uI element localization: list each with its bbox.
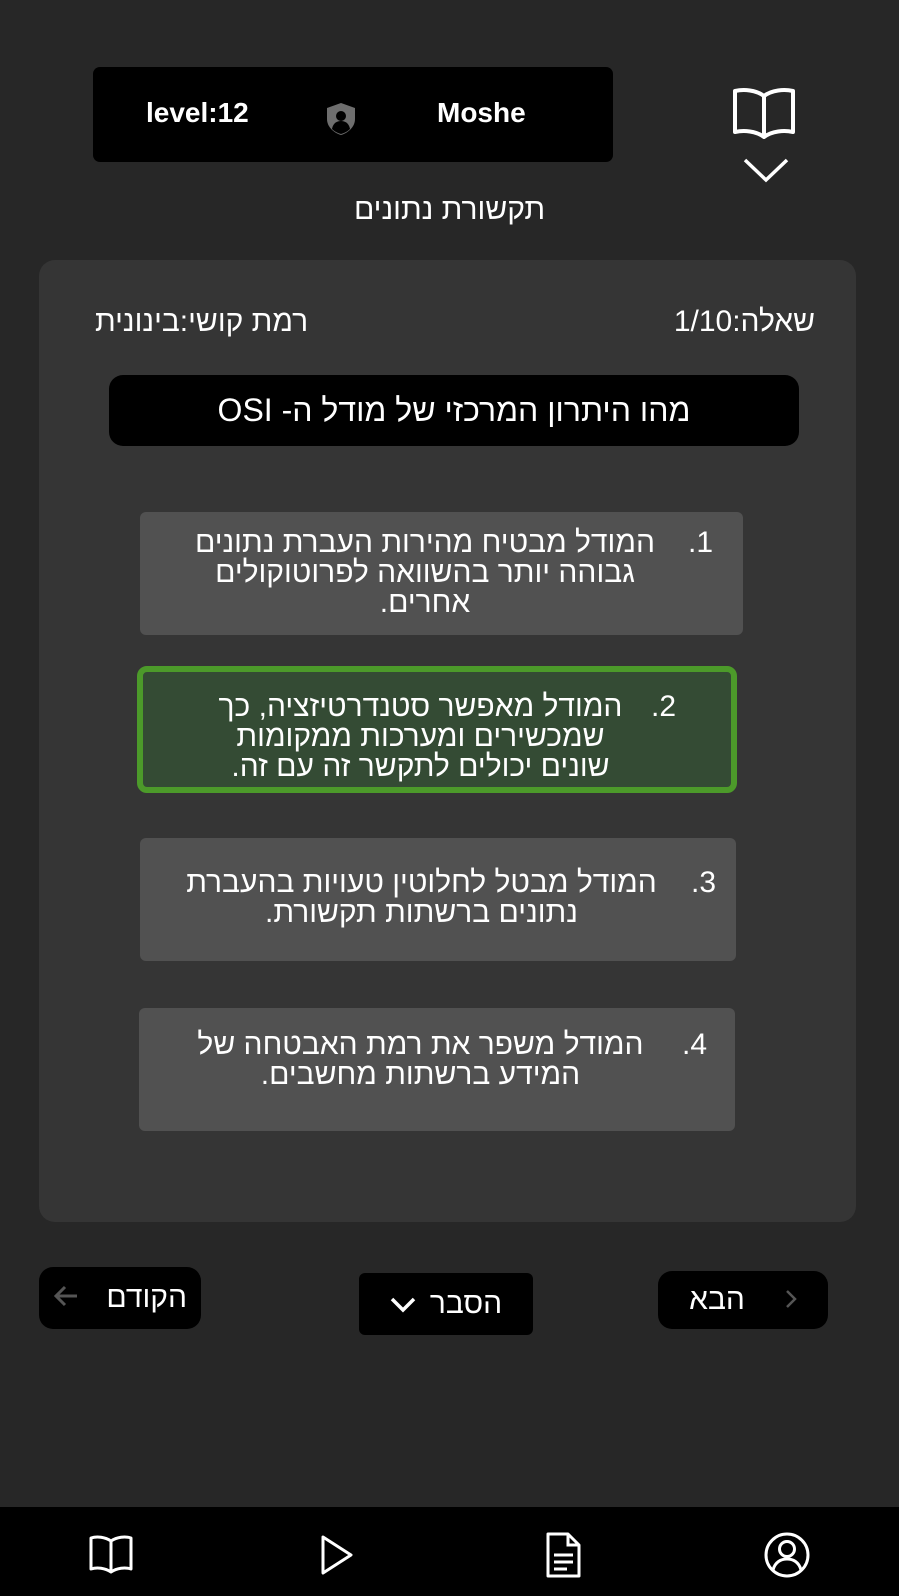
explanation-label: הסבר bbox=[429, 1287, 503, 1320]
answer-number: 4. bbox=[681, 1028, 707, 1061]
bottom-navigation bbox=[0, 1507, 899, 1596]
answer-option-3[interactable]: 3. המודל מבטל לחלוטין טעויות בהעברת נתונ… bbox=[140, 838, 736, 961]
previous-label: הקודם bbox=[106, 1281, 187, 1314]
explanation-button[interactable]: הסבר bbox=[359, 1273, 533, 1335]
question-text: מהו היתרון המרכזי של מודל ה- OSI bbox=[109, 375, 799, 446]
arrow-left-icon bbox=[53, 1281, 79, 1315]
answer-number: 2. bbox=[650, 690, 676, 723]
difficulty-label: רמת קושי:בינונית bbox=[95, 305, 309, 338]
subject-title: תקשורת נתונים bbox=[353, 193, 546, 226]
user-name: Moshe bbox=[437, 97, 526, 128]
answer-text: המודל מבטל לחלוטין טעויות בהעברת נתונים … bbox=[186, 866, 657, 929]
chevron-down-icon[interactable] bbox=[742, 156, 790, 184]
chevron-down-icon bbox=[390, 1287, 416, 1321]
document-icon[interactable] bbox=[539, 1531, 587, 1579]
answer-option-1[interactable]: 1. המודל מבטיח מהירות העברת נתונים גבוהה… bbox=[140, 512, 743, 635]
question-counter: שאלה:1/10 bbox=[673, 305, 815, 338]
user-card: level:12 Moshe bbox=[93, 67, 613, 162]
next-button[interactable]: הבא bbox=[658, 1271, 828, 1329]
book-icon[interactable] bbox=[732, 86, 796, 142]
answer-number: 3. bbox=[690, 866, 716, 899]
play-icon[interactable] bbox=[313, 1531, 361, 1579]
book-icon[interactable] bbox=[87, 1531, 135, 1579]
answer-text: המודל מאפשר סטנדרטיזציה, כך שמכשירים ומע… bbox=[218, 690, 623, 783]
previous-button[interactable]: הקודם bbox=[39, 1267, 201, 1329]
shield-user-icon bbox=[323, 101, 359, 137]
next-label: הבא bbox=[689, 1283, 745, 1316]
answer-text: המודל מבטיח מהירות העברת נתונים גבוהה יו… bbox=[194, 526, 655, 619]
answer-number: 1. bbox=[687, 526, 713, 559]
answer-text: המודל משפר את רמת האבטחה של המידע ברשתות… bbox=[197, 1028, 644, 1091]
profile-icon[interactable] bbox=[763, 1531, 811, 1579]
answer-option-2-selected[interactable]: 2. המודל מאפשר סטנדרטיזציה, כך שמכשירים … bbox=[137, 666, 737, 793]
level-label: level:12 bbox=[146, 97, 249, 128]
question-label: מהו היתרון המרכזי של מודל ה- OSI bbox=[217, 392, 691, 428]
chevron-right-icon bbox=[785, 1283, 797, 1317]
answer-option-4[interactable]: 4. המודל משפר את רמת האבטחה של המידע ברש… bbox=[139, 1008, 735, 1131]
